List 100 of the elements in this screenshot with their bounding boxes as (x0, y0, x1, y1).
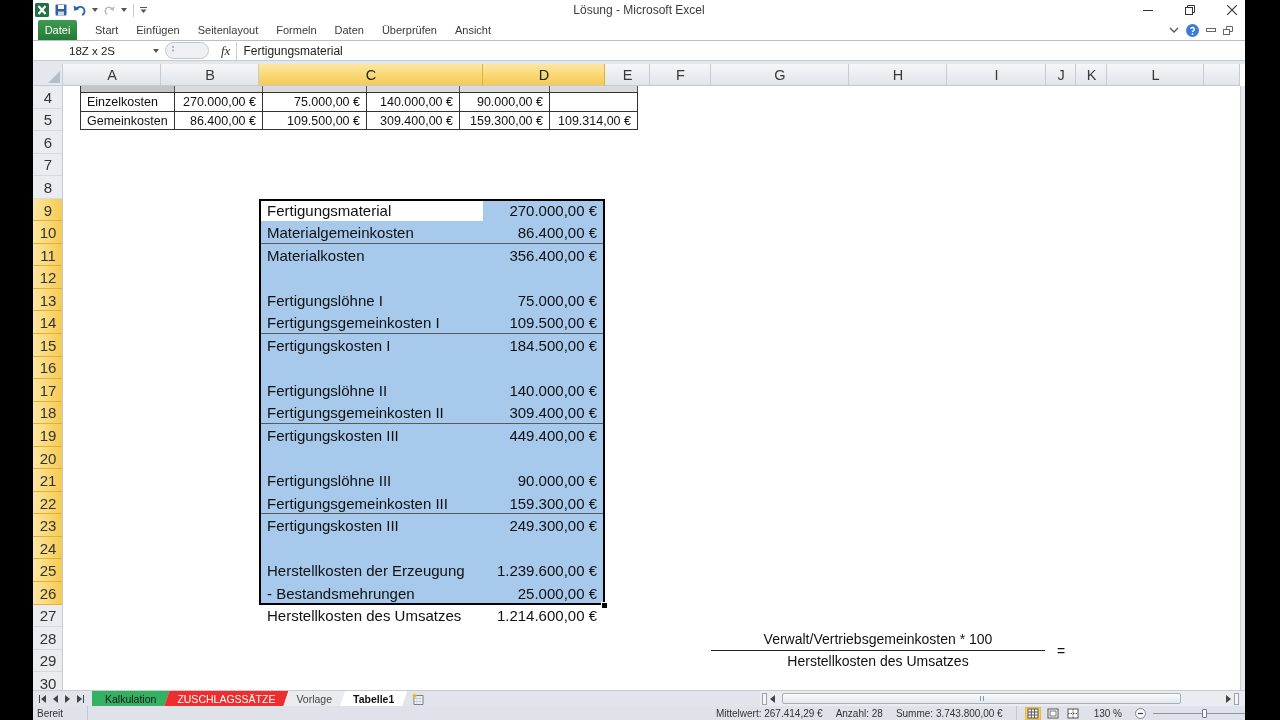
column-header[interactable]: J (1046, 64, 1076, 86)
label-cell[interactable]: - Bestandsmehrungen (259, 582, 483, 605)
slider-thumb[interactable] (1201, 708, 1207, 718)
row-header[interactable]: 7 (33, 153, 63, 177)
amount-cell[interactable]: 140.000,00 € (483, 379, 605, 402)
formula-input[interactable]: Fertigungsmaterial (237, 41, 1245, 60)
chevron-down-icon[interactable] (1169, 26, 1179, 34)
label-cell[interactable]: Fertigungsmaterial (259, 198, 483, 222)
restore-icon[interactable] (1223, 25, 1233, 35)
zoom-out-icon[interactable] (1135, 707, 1146, 719)
sheet-tab[interactable]: Vorlage (283, 691, 346, 706)
row-header[interactable]: 26 (33, 582, 63, 605)
amount-cell[interactable]: 270.000,00 € (483, 198, 605, 222)
row-header[interactable]: 12 (33, 266, 63, 289)
undo-icon[interactable] (73, 4, 86, 16)
amount-cell[interactable]: 1.214.600,00 € (483, 604, 605, 628)
row-header[interactable]: 25 (33, 559, 63, 583)
row-header[interactable]: 14 (33, 311, 63, 334)
row-header[interactable]: 4 (33, 86, 63, 109)
column-header[interactable]: C (259, 64, 483, 86)
row-header[interactable]: 29 (33, 649, 63, 673)
amount-cell[interactable]: 90.000,00 € (483, 469, 605, 492)
column-header[interactable]: E (605, 64, 650, 86)
restore-icon[interactable] (1185, 5, 1195, 15)
fill-handle[interactable] (601, 601, 608, 609)
row-header[interactable]: 27 (33, 604, 63, 628)
page-break-icon[interactable] (1064, 706, 1081, 720)
amount-cell[interactable]: 449.400,00 € (483, 424, 605, 447)
row-header[interactable]: 22 (33, 491, 63, 515)
close-icon[interactable] (1227, 5, 1237, 15)
amount-cell[interactable]: 356.400,00 € (483, 243, 605, 267)
excel-logo-icon[interactable] (35, 3, 49, 17)
split-handle-icon[interactable] (1234, 692, 1239, 705)
left-arrow-icon[interactable] (770, 694, 775, 703)
row-header[interactable]: 8 (33, 176, 63, 199)
label-cell[interactable]: Fertigungskosten I (259, 334, 483, 357)
label-cell[interactable]: Materialgemeinkosten (259, 221, 483, 244)
label-cell[interactable]: Herstellkosten des Umsatzes (259, 604, 483, 628)
amount-cell[interactable]: 309.400,00 € (483, 401, 605, 425)
right-arrow-icon[interactable] (65, 694, 70, 703)
customize-toolbar-icon[interactable] (140, 6, 147, 14)
row-header[interactable]: 13 (33, 288, 63, 312)
row-header[interactable]: 17 (33, 379, 63, 402)
label-cell[interactable]: Fertigungskosten III (259, 424, 483, 447)
save-icon[interactable] (55, 4, 67, 16)
amount-cell[interactable]: 1.239.600,00 € (483, 559, 605, 583)
grid-view-icon[interactable] (1024, 706, 1041, 720)
column-header[interactable]: K (1076, 64, 1107, 86)
amount-cell[interactable]: 109.500,00 € (483, 311, 605, 334)
amount-cell[interactable]: 75.000,00 € (483, 288, 605, 312)
column-header[interactable]: H (849, 64, 947, 86)
caret-icon[interactable] (121, 8, 127, 12)
row-header[interactable]: 10 (33, 221, 63, 244)
column-header[interactable]: F (650, 64, 711, 86)
label-cell[interactable]: Herstellkosten der Erzeugung (259, 559, 483, 583)
ribbon-tab[interactable]: Einfügen (127, 20, 189, 40)
row-header[interactable]: 28 (33, 627, 63, 650)
label-cell[interactable]: Fertigungslöhne III (259, 469, 483, 492)
column-header[interactable]: D (483, 64, 605, 86)
row-header[interactable]: 19 (33, 424, 63, 447)
row-header[interactable]: 6 (33, 131, 63, 154)
sheet-tab[interactable]: Kalkulation (92, 691, 170, 706)
label-cell[interactable]: Fertigungskosten III (259, 514, 483, 537)
horizontal-scrollbar[interactable] (760, 691, 1245, 706)
label-cell[interactable]: Fertigungsgemeinkosten I (259, 311, 483, 334)
zoom-slider[interactable] (1153, 708, 1245, 718)
ribbon-tab[interactable]: Überprüfen (372, 20, 446, 40)
label-cell[interactable]: Fertigungsgemeinkosten II (259, 401, 483, 425)
sheet-tab[interactable]: Tabelle1 (340, 691, 408, 706)
column-header[interactable]: A (63, 64, 161, 86)
amount-cell[interactable]: 184.500,00 € (483, 334, 605, 357)
first-sheet-icon[interactable] (39, 694, 46, 703)
column-header[interactable]: G (711, 64, 849, 86)
row-header[interactable]: 21 (33, 469, 63, 492)
column-header[interactable]: B (161, 64, 259, 86)
label-cell[interactable]: Fertigungsgemeinkosten III (259, 491, 483, 515)
page-layout-icon[interactable] (1044, 706, 1061, 720)
split-handle-icon[interactable] (762, 692, 767, 705)
row-header[interactable]: 18 (33, 401, 63, 425)
ribbon-tab[interactable]: Daten (325, 20, 373, 40)
minimize-icon[interactable] (1206, 27, 1216, 33)
last-sheet-icon[interactable] (77, 694, 84, 703)
row-header[interactable]: 16 (33, 356, 63, 380)
insert-function-button[interactable]: fx (219, 42, 233, 59)
label-cell[interactable]: Fertigungslöhne II (259, 379, 483, 402)
vertical-scrollbar[interactable] (1240, 86, 1245, 690)
row-header[interactable]: 24 (33, 536, 63, 560)
row-header[interactable]: 30 (33, 672, 63, 690)
left-arrow-icon[interactable] (53, 694, 58, 703)
amount-cell[interactable]: 25.000,00 € (483, 582, 605, 605)
ribbon-tab[interactable]: Start (86, 20, 128, 40)
amount-cell[interactable]: 159.300,00 € (483, 491, 605, 515)
help-icon[interactable] (1186, 23, 1199, 37)
amount-cell[interactable]: 86.400,00 € (483, 221, 605, 244)
row-header[interactable]: 15 (33, 334, 63, 357)
ribbon-tab[interactable]: Formeln (267, 20, 326, 40)
amount-cell[interactable]: 249.300,00 € (483, 514, 605, 537)
label-cell[interactable]: Fertigungslöhne I (259, 288, 483, 312)
row-header[interactable]: 9 (33, 198, 63, 222)
sheet-tab[interactable]: ZUSCHLAGSSÄTZE (164, 691, 289, 706)
